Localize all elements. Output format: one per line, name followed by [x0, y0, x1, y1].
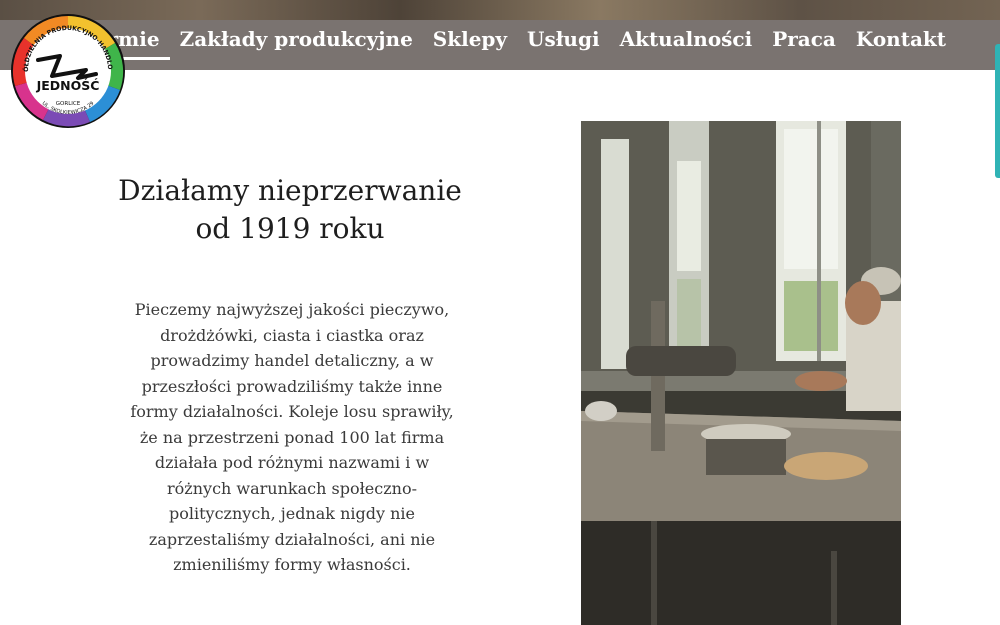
logo-city: GORLICE — [56, 101, 81, 107]
header-texture-strip — [0, 0, 1000, 20]
bakery-workshop-image — [581, 121, 901, 625]
heading-line-2: od 1919 roku — [195, 212, 385, 245]
nav-item-praca[interactable]: Praca — [762, 20, 846, 60]
nav-item-kontakt[interactable]: Kontakt — [846, 20, 956, 60]
page-heading: Działamy nieprzerwanie od 1919 roku — [110, 172, 470, 248]
logo-emblem: SPÓŁDZIELNIA PRODUKCYJNO-HANDLOWA JEDNOŚ… — [5, 7, 125, 128]
scrollbar-indicator[interactable] — [995, 44, 1000, 178]
nav-item-aktualnosci[interactable]: Aktualności — [610, 20, 763, 60]
company-description: Pieczemy najwyższej jakości pieczywo, dr… — [130, 300, 454, 574]
company-logo[interactable]: SPÓŁDZIELNIA PRODUKCYJNO-HANDLOWA JEDNOŚ… — [5, 7, 128, 130]
bakery-photo — [581, 121, 901, 625]
nav-item-sklepy[interactable]: Sklepy — [423, 20, 517, 60]
logo-name: JEDNOŚĆ — [36, 78, 100, 93]
heading-line-1: Działamy nieprzerwanie — [118, 174, 462, 207]
nav-menu: O firmie Zakłady produkcyjne Sklepy Usłu… — [58, 20, 956, 60]
nav-item-uslugi[interactable]: Usługi — [517, 20, 610, 60]
nav-item-zaklady-produkcyjne[interactable]: Zakłady produkcyjne — [170, 20, 423, 60]
